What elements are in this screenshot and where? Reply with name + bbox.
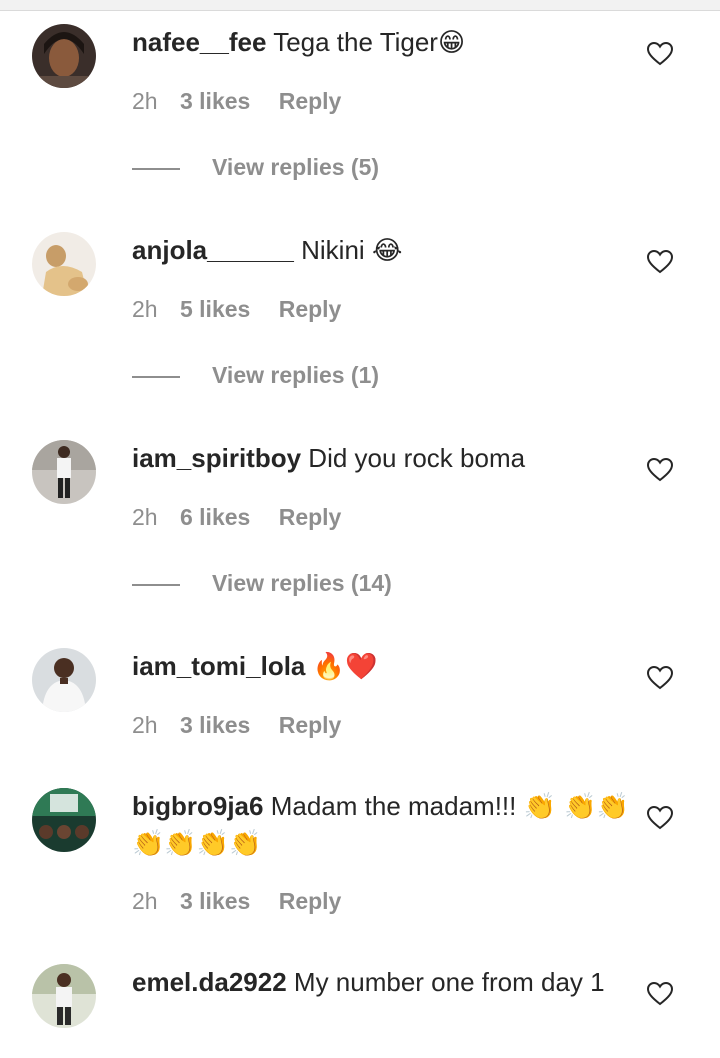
comment-meta: 2h 3 likes Reply (132, 712, 341, 739)
comment-username[interactable]: anjola______ (132, 235, 294, 265)
comment-username[interactable]: iam_tomi_lola (132, 651, 305, 681)
comment-meta: 2h 3 likes Reply (132, 888, 341, 915)
comment-username[interactable]: nafee__fee (132, 27, 266, 57)
comment-body: anjola______ Nikini 😂 (132, 232, 632, 269)
emoji-fire-heart: 🔥❤️ (312, 652, 378, 682)
comment-meta: 2h 3 likes Reply (132, 88, 341, 115)
replies-divider-line (132, 376, 180, 378)
comment-time: 2h (132, 504, 158, 530)
avatar[interactable] (32, 24, 96, 88)
comment-likes[interactable]: 3 likes (180, 88, 250, 114)
comment-likes[interactable]: 3 likes (180, 712, 250, 738)
comment-text: Nikini (301, 235, 365, 265)
comment-body: nafee__fee Tega the Tiger😁 (132, 24, 632, 61)
comment-text: My number one from day 1 (293, 967, 605, 997)
comment-username[interactable]: iam_spiritboy (132, 443, 301, 473)
top-divider (0, 0, 720, 11)
comment-meta: 2h 5 likes Reply (132, 296, 341, 323)
comment-username[interactable]: bigbro9ja6 (132, 791, 263, 821)
comment-time: 2h (132, 296, 158, 322)
emoji-laugh: 😂 (371, 236, 403, 266)
avatar[interactable] (32, 232, 96, 296)
comment-text: Madam the madam!!! (270, 791, 517, 821)
comment-body: iam_spiritboy Did you rock boma (132, 440, 632, 476)
replies-divider-line (132, 584, 180, 586)
comment-text: Tega the Tiger (273, 27, 438, 57)
avatar[interactable] (32, 648, 96, 712)
comment-body: bigbro9ja6 Madam the madam!!! 👏 👏👏👏👏👏👏 (132, 788, 632, 862)
comment-username[interactable]: emel.da2922 (132, 967, 287, 997)
view-replies-label[interactable]: View replies (5) (212, 154, 379, 181)
heart-outline-icon[interactable] (646, 665, 674, 690)
comment-likes[interactable]: 5 likes (180, 296, 250, 322)
comment-likes[interactable]: 3 likes (180, 888, 250, 914)
heart-outline-icon[interactable] (646, 249, 674, 274)
replies-divider-line (132, 168, 180, 170)
heart-outline-icon[interactable] (646, 805, 674, 830)
reply-button[interactable]: Reply (279, 88, 342, 114)
avatar[interactable] (32, 964, 96, 1028)
reply-button[interactable]: Reply (279, 888, 342, 914)
comment-time: 2h (132, 712, 158, 738)
heart-outline-icon[interactable] (646, 41, 674, 66)
emoji-grin: 😁 (437, 28, 466, 58)
comment-meta: 2h 6 likes Reply (132, 504, 341, 531)
comment-likes[interactable]: 6 likes (180, 504, 250, 530)
comment-body: emel.da2922 My number one from day 1 (132, 964, 632, 1000)
view-replies-label[interactable]: View replies (1) (212, 362, 379, 389)
reply-button[interactable]: Reply (279, 712, 342, 738)
view-replies-label[interactable]: View replies (14) (212, 570, 392, 597)
reply-button[interactable]: Reply (279, 296, 342, 322)
comment-text: Did you rock boma (308, 443, 526, 473)
comment-time: 2h (132, 88, 158, 114)
avatar[interactable] (32, 440, 96, 504)
reply-button[interactable]: Reply (279, 504, 342, 530)
comment-time: 2h (132, 888, 158, 914)
heart-outline-icon[interactable] (646, 981, 674, 1006)
heart-outline-icon[interactable] (646, 457, 674, 482)
comment-body: iam_tomi_lola 🔥❤️ (132, 648, 632, 685)
avatar[interactable] (32, 788, 96, 852)
